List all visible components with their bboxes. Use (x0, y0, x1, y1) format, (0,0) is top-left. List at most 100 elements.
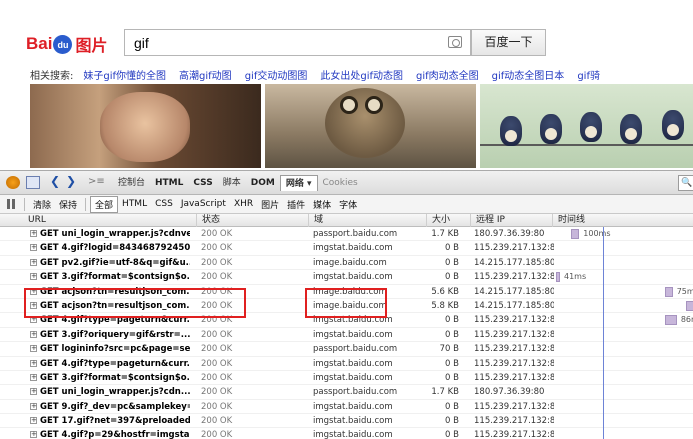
back-icon[interactable]: ❮ (50, 174, 64, 188)
request-url[interactable]: +GET 3.gif?oriquery=gif&rstr=...e=5 (30, 328, 190, 342)
expand-icon[interactable]: + (30, 230, 37, 237)
search-button[interactable]: 百度一下 (471, 29, 546, 56)
expand-icon[interactable]: + (30, 359, 37, 367)
col-timeline[interactable]: 时间线 (553, 214, 693, 227)
expand-icon[interactable]: + (30, 345, 37, 353)
result-image[interactable] (265, 84, 476, 168)
col-size[interactable]: 大小 (427, 214, 471, 227)
filter-html[interactable]: HTML (118, 198, 151, 210)
command-line-icon[interactable]: >≡ (88, 176, 105, 189)
filter-js[interactable]: JavaScript (177, 198, 230, 210)
expand-icon[interactable]: + (30, 330, 37, 338)
request-ip: 14.215.177.185:80 (474, 257, 554, 268)
request-url[interactable]: +GET 17.gif?net=397&preloaded...0& (30, 414, 190, 428)
request-url[interactable]: + GET 4.gif?logid=843468792450...e (30, 241, 190, 255)
table-row[interactable]: +GET 3.gif?format=$contsign$o...=4 200 OK… (0, 371, 693, 386)
related-link[interactable]: gif动态全图日本 (492, 67, 565, 82)
swallow-bird (620, 114, 642, 144)
request-ip: 180.97.36.39:80 (474, 387, 545, 398)
related-link[interactable]: 此女出处gif动态图 (320, 67, 403, 82)
expand-icon[interactable]: + (30, 388, 37, 396)
table-row[interactable]: + GET uni_login_wrapper.js?cdnvers 200 OK p… (0, 227, 693, 242)
table-row[interactable]: + GET 9.gif?_dev=pc&samplekey=... 200 OK im… (0, 400, 693, 415)
col-url[interactable]: URL (0, 214, 197, 227)
filter-images[interactable]: 图片 (257, 197, 283, 212)
request-url[interactable]: +GET pv2.gif?ie=utf-8&q=gif&u...&r (30, 256, 190, 270)
expand-icon[interactable]: + (30, 402, 37, 410)
request-size: 1.7 KB (431, 387, 459, 398)
tab-net[interactable]: 网络 ▾ (279, 175, 318, 191)
separator (85, 197, 87, 211)
table-row[interactable]: +GET logininfo?src=pc&page=se...su 200 OK… (0, 342, 693, 357)
table-row[interactable]: +GET 3.gif?format=$contsign$o...e= 200 OK… (0, 270, 693, 285)
inspect-icon[interactable] (26, 176, 40, 189)
firebug-icon[interactable] (6, 176, 20, 189)
filter-all[interactable]: 全部 (90, 195, 119, 213)
request-url[interactable]: + GET uni_login_wrapper.js?cdnvers (30, 227, 190, 241)
related-link[interactable]: gif肉动态全图 (416, 67, 479, 82)
col-status[interactable]: 状态 (197, 214, 309, 227)
panel-tabs: 控制台 HTML CSS 脚本 DOM 网络 ▾ Cookies (113, 175, 363, 191)
request-url[interactable]: +GET 3.gif?format=$contsign$o...e= (30, 270, 190, 284)
expand-icon[interactable]: + (30, 431, 37, 439)
related-link[interactable]: 高潮gif动图 (179, 67, 232, 82)
logo-du: du (57, 39, 69, 50)
tab-cookies[interactable]: Cookies (318, 175, 363, 191)
camera-icon[interactable] (448, 36, 462, 48)
table-row[interactable]: + GET 4.gif?logid=843468792450...e 200 OK i… (0, 241, 693, 256)
request-url-text: GET uni_login_wrapper.js?cdnvers (40, 229, 190, 239)
request-url[interactable]: + GET 9.gif?_dev=pc&samplekey=... (30, 400, 190, 414)
persist-button[interactable]: 保持 (55, 197, 81, 212)
table-row[interactable]: +GET 4.gif?type=pageturn&curr...e= 200 OK… (0, 357, 693, 371)
filter-xhr[interactable]: XHR (230, 198, 257, 210)
request-url[interactable]: + GET 4.gif?p=29&hostfr=imgsta...= (30, 428, 190, 439)
tab-html[interactable]: HTML (150, 175, 188, 191)
col-domain[interactable]: 域 (309, 214, 427, 227)
expand-icon[interactable]: + (30, 417, 37, 425)
request-url[interactable]: +GET uni_login_wrapper.js?cdn...198 (30, 385, 190, 399)
expand-icon[interactable]: + (30, 373, 37, 381)
table-row[interactable]: +GET 3.gif?oriquery=gif&rstr=...e=5 200 O… (0, 328, 693, 343)
request-ip: 115.239.217.132:80 (474, 401, 554, 412)
filter-css[interactable]: CSS (151, 198, 177, 210)
request-url[interactable]: +GET 3.gif?format=$contsign$o...=4 (30, 371, 190, 385)
result-image[interactable] (480, 84, 693, 168)
baidu-logo[interactable]: Bai du 图片 (26, 33, 107, 55)
col-ip[interactable]: 远程 IP (471, 214, 553, 227)
request-status: 200 OK (201, 358, 233, 369)
table-row[interactable]: + GET 4.gif?p=29&hostfr=imgsta...= 200 OK i… (0, 428, 693, 439)
firebug-panel: ❮ ❯ >≡ 控制台 HTML CSS 脚本 DOM 网络 ▾ Cookies … (0, 170, 693, 439)
filter-media[interactable]: 媒体 (309, 197, 335, 212)
expand-icon[interactable]: + (30, 273, 37, 281)
baidu-header: Bai du 图片 百度一下 相关搜索: 妹子gif你懂的全图 高潮gif动图 … (0, 0, 693, 88)
filter-fonts[interactable]: 字体 (335, 197, 361, 212)
expand-icon[interactable]: + (30, 244, 37, 252)
table-row[interactable]: +GET 17.gif?net=397&preloaded...0&200 OK… (0, 414, 693, 429)
search-input[interactable] (125, 30, 435, 55)
timeline-duration: 41ms (564, 272, 587, 282)
related-link[interactable]: gif交动动图图 (245, 67, 308, 82)
timeline-bar (571, 229, 580, 239)
tab-css[interactable]: CSS (188, 175, 217, 191)
related-link[interactable]: gif骑 (577, 67, 600, 82)
search-box[interactable] (124, 29, 471, 56)
clear-button[interactable]: 清除 (29, 197, 55, 212)
table-row[interactable]: +GET uni_login_wrapper.js?cdn...198 200 O… (0, 385, 693, 400)
related-link[interactable]: 妹子gif你懂的全图 (83, 67, 166, 82)
request-domain: imgstat.baidu.com (313, 430, 393, 439)
filter-plugins[interactable]: 插件 (283, 197, 309, 212)
pause-icon[interactable] (7, 199, 15, 209)
request-size: 0 B (445, 416, 459, 427)
result-image[interactable] (30, 84, 261, 168)
expand-icon[interactable]: + (30, 258, 37, 266)
request-url[interactable]: +GET logininfo?src=pc&page=se...su (30, 342, 190, 356)
timeline-duration: 86ms (680, 315, 693, 325)
request-url[interactable]: +GET 4.gif?type=pageturn&curr...e= (30, 357, 190, 371)
table-row[interactable]: +GET pv2.gif?ie=utf-8&q=gif&u...&r 200 OK… (0, 256, 693, 271)
forward-icon[interactable]: ❯ (66, 174, 80, 188)
firebug-search-icon[interactable]: 🔍 (678, 175, 693, 191)
tab-script[interactable]: 脚本 (218, 175, 246, 191)
tab-dom[interactable]: DOM (246, 175, 280, 191)
tab-console[interactable]: 控制台 (113, 175, 150, 191)
swallow-bird (500, 116, 522, 146)
